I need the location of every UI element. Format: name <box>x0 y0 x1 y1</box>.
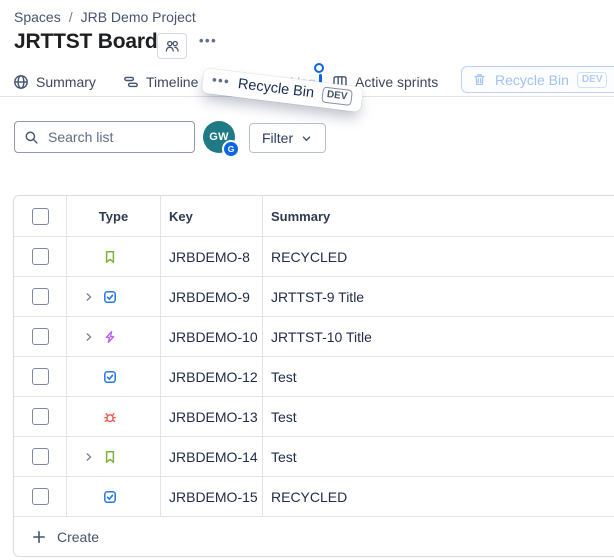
chevron-down-icon <box>300 132 313 145</box>
row-checkbox[interactable] <box>32 488 49 505</box>
issue-key[interactable]: JRBDEMO-10 <box>169 329 258 345</box>
table-row[interactable]: JRBDEMO-14 Test <box>14 436 614 476</box>
task-icon <box>102 289 118 305</box>
issue-list-table: Type Key Summary JRBDEMO-8 RECYCLED JRBD… <box>13 195 614 557</box>
search-box <box>14 121 195 153</box>
tab-summary[interactable]: Summary <box>13 69 96 95</box>
column-header-key[interactable]: Key <box>161 196 263 236</box>
tab-label: Recycle Bin <box>495 72 569 88</box>
issue-summary[interactable]: Test <box>271 369 297 385</box>
avatar-stack[interactable]: GW G <box>203 121 236 154</box>
task-icon <box>102 369 118 385</box>
create-label: Create <box>57 529 99 545</box>
search-input[interactable] <box>46 128 185 146</box>
issue-summary[interactable]: Test <box>271 449 297 465</box>
expand-chevron-icon[interactable] <box>78 289 99 305</box>
issue-key[interactable]: JRBDEMO-15 <box>169 489 258 505</box>
tab-label: Timeline <box>146 74 198 90</box>
breadcrumb-separator: / <box>69 9 73 25</box>
row-checkbox[interactable] <box>32 408 49 425</box>
avatar-badge[interactable]: G <box>222 140 240 158</box>
table-row[interactable]: JRBDEMO-12 Test <box>14 356 614 396</box>
drop-indicator-pin-head <box>314 63 324 73</box>
table-row[interactable]: JRBDEMO-10 JRTTST-10 Title <box>14 316 614 356</box>
row-checkbox[interactable] <box>32 368 49 385</box>
breadcrumb-project[interactable]: JRB Demo Project <box>81 9 196 25</box>
filter-label: Filter <box>262 130 293 146</box>
table-row[interactable]: JRBDEMO-13 Test <box>14 396 614 436</box>
issue-key[interactable]: JRBDEMO-9 <box>169 289 250 305</box>
issue-key[interactable]: JRBDEMO-8 <box>169 249 250 265</box>
breadcrumb-spaces[interactable]: Spaces <box>14 9 61 25</box>
globe-icon <box>13 74 29 90</box>
search-icon <box>24 130 39 145</box>
people-group-icon <box>164 39 181 54</box>
row-checkbox[interactable] <box>32 328 49 345</box>
table-row[interactable]: JRBDEMO-15 RECYCLED <box>14 476 614 516</box>
breadcrumb: Spaces / JRB Demo Project <box>14 9 196 25</box>
page-title: JRTTST Board <box>14 30 157 54</box>
column-header-summary[interactable]: Summary <box>263 196 614 236</box>
issue-summary[interactable]: JRTTST-10 Title <box>271 329 372 345</box>
plus-icon <box>31 529 47 545</box>
story-icon <box>102 249 118 265</box>
dev-badge: DEV <box>321 86 353 106</box>
drag-card-label: Recycle Bin <box>237 76 315 101</box>
title-more-menu-button[interactable]: ••• <box>199 33 217 48</box>
select-all-checkbox[interactable] <box>32 208 49 225</box>
row-checkbox[interactable] <box>32 248 49 265</box>
bug-icon <box>102 409 118 425</box>
expand-chevron-icon[interactable] <box>78 449 99 465</box>
issue-key[interactable]: JRBDEMO-12 <box>169 369 258 385</box>
epic-icon <box>102 329 118 345</box>
row-checkbox[interactable] <box>32 288 49 305</box>
issue-summary[interactable]: RECYCLED <box>271 489 347 505</box>
tab-recycle-bin-drop-source: Recycle Bin DEV <box>461 66 614 93</box>
expand-chevron-icon[interactable] <box>78 329 99 345</box>
row-checkbox[interactable] <box>32 448 49 465</box>
tab-label: Summary <box>36 74 96 90</box>
table-header-row: Type Key Summary <box>14 196 614 236</box>
issue-summary[interactable]: Test <box>271 409 297 425</box>
task-icon <box>102 489 118 505</box>
create-button[interactable]: Create <box>14 516 614 556</box>
dev-badge: DEV <box>577 72 608 88</box>
tab-label: Active sprints <box>355 74 438 90</box>
issue-summary[interactable]: RECYCLED <box>271 249 347 265</box>
filter-button[interactable]: Filter <box>249 123 326 153</box>
story-icon <box>102 449 118 465</box>
trash-icon <box>472 72 487 87</box>
issue-summary[interactable]: JRTTST-9 Title <box>271 289 364 305</box>
table-row[interactable]: JRBDEMO-8 RECYCLED <box>14 236 614 276</box>
timeline-icon <box>123 74 139 90</box>
share-people-button[interactable] <box>157 33 187 59</box>
tab-timeline[interactable]: Timeline <box>123 69 198 95</box>
table-row[interactable]: JRBDEMO-9 JRTTST-9 Title <box>14 276 614 316</box>
issue-key[interactable]: JRBDEMO-13 <box>169 409 258 425</box>
column-header-type[interactable]: Type <box>67 196 161 236</box>
issue-key[interactable]: JRBDEMO-14 <box>169 449 258 465</box>
drag-handle-dots-icon: ••• <box>211 72 231 89</box>
